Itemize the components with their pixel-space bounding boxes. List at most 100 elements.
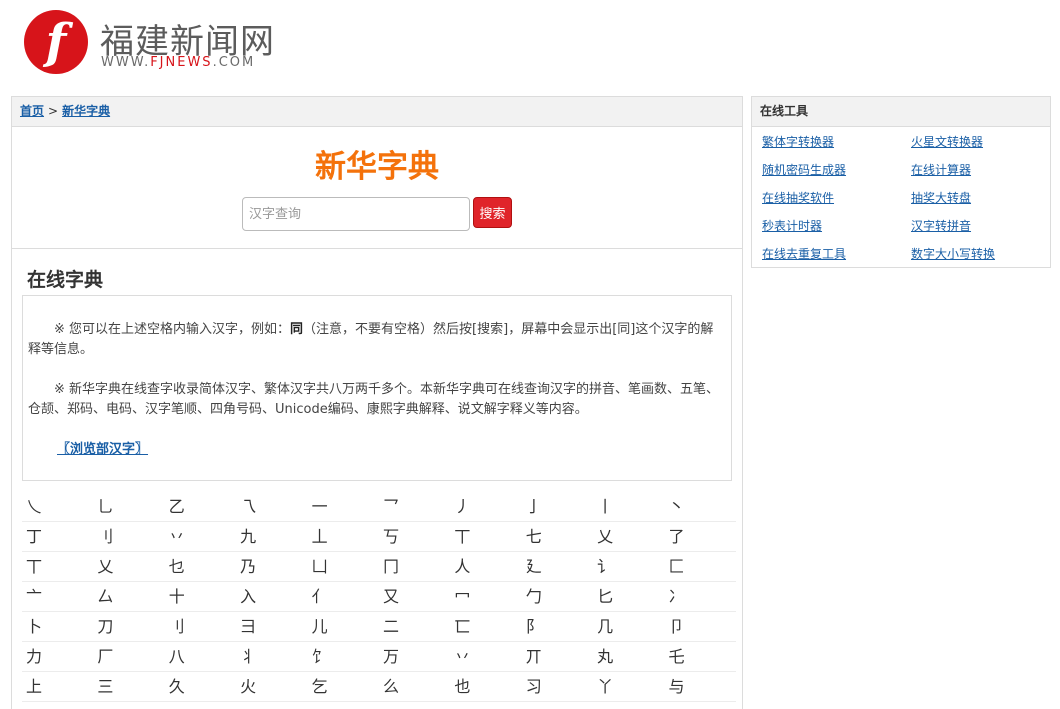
radical-link[interactable]: 丅 bbox=[450, 522, 521, 551]
radical-link[interactable]: 阝 bbox=[522, 612, 593, 641]
radical-link[interactable]: 丄 bbox=[308, 522, 379, 551]
radical-link[interactable]: 厶 bbox=[93, 582, 164, 611]
radical-link[interactable]: 二 bbox=[379, 612, 450, 641]
tool-link[interactable]: 汉字转拼音 bbox=[911, 217, 971, 234]
site-domain: WWW.FJNEWS.COM bbox=[101, 55, 255, 70]
radical-link[interactable]: 乛 bbox=[379, 492, 450, 521]
tool-link[interactable]: 数字大小写转换 bbox=[911, 245, 995, 262]
radical-link[interactable]: 习 bbox=[522, 672, 593, 701]
radical-link[interactable]: 也 bbox=[450, 672, 521, 701]
radical-link[interactable]: 一 bbox=[308, 492, 379, 521]
radical-link[interactable]: 乁 bbox=[236, 492, 307, 521]
site-logo[interactable]: f 福建新闻网 WWW.FJNEWS.COM bbox=[24, 10, 284, 76]
tool-link[interactable]: 火星文转换器 bbox=[911, 133, 983, 150]
radical-link[interactable]: 入 bbox=[236, 582, 307, 611]
radical-link[interactable]: 亠 bbox=[22, 582, 93, 611]
tool-link[interactable]: 秒表计时器 bbox=[762, 217, 822, 234]
radical-link[interactable]: 亻 bbox=[308, 582, 379, 611]
browse-radicals-link[interactable]: 〖浏览部汉字〗 bbox=[57, 440, 148, 460]
radical-link[interactable]: 乂 bbox=[93, 552, 164, 581]
radical-link[interactable]: 久 bbox=[165, 672, 236, 701]
tool-link[interactable]: 在线抽奖软件 bbox=[762, 189, 834, 206]
radical-link[interactable]: 刂 bbox=[165, 612, 236, 641]
radical-link[interactable]: 丸 bbox=[593, 642, 664, 671]
tool-links: 繁体字转换器火星文转换器随机密码生成器在线计算器在线抽奖软件抽奖大转盘秒表计时器… bbox=[752, 127, 1050, 131]
breadcrumb-current-link[interactable]: 新华字典 bbox=[62, 104, 110, 118]
radical-row: 力厂八丬饣万丷丌丸乇 bbox=[22, 642, 736, 672]
radical-link[interactable]: 丷 bbox=[165, 522, 236, 551]
radical-row: 乀乚乙乁一乛丿亅丨丶 bbox=[22, 492, 736, 522]
radical-link[interactable]: 乂 bbox=[593, 522, 664, 551]
radical-link[interactable]: 卜 bbox=[22, 612, 93, 641]
radical-grid: 乀乚乙乁一乛丿亅丨丶丁刂丷九丄丂丅七乂了丅乂乜乃凵冂人廴讠匚亠厶十入亻又冖勹匕冫… bbox=[22, 492, 736, 702]
info-paragraph-1: ※ 您可以在上述空格内输入汉字，例如：同（注意，不要有空格）然后按[搜索]，屏幕… bbox=[28, 320, 726, 360]
radical-link[interactable]: 丿 bbox=[450, 492, 521, 521]
tool-link[interactable]: 随机密码生成器 bbox=[762, 161, 846, 178]
radical-link[interactable]: 厂 bbox=[93, 642, 164, 671]
radical-link[interactable]: 冖 bbox=[450, 582, 521, 611]
radical-link[interactable]: 人 bbox=[450, 552, 521, 581]
radical-link[interactable]: 匕 bbox=[593, 582, 664, 611]
radical-link[interactable]: 饣 bbox=[308, 642, 379, 671]
radical-link[interactable]: 丬 bbox=[236, 642, 307, 671]
radical-link[interactable]: 丶 bbox=[665, 492, 736, 521]
radical-link[interactable]: 力 bbox=[22, 642, 93, 671]
radical-link[interactable]: 与 bbox=[665, 672, 736, 701]
radical-link[interactable]: 刀 bbox=[93, 612, 164, 641]
radical-link[interactable]: 十 bbox=[165, 582, 236, 611]
tool-link[interactable]: 繁体字转换器 bbox=[762, 133, 834, 150]
radical-link[interactable]: 了 bbox=[665, 522, 736, 551]
tool-link[interactable]: 在线去重复工具 bbox=[762, 245, 846, 262]
radical-link[interactable]: 九 bbox=[236, 522, 307, 551]
radical-link[interactable]: 三 bbox=[93, 672, 164, 701]
radical-link[interactable]: 丷 bbox=[450, 642, 521, 671]
radical-link[interactable]: 么 bbox=[379, 672, 450, 701]
dictionary-title: 新华字典 bbox=[12, 141, 742, 186]
radical-link[interactable]: 乇 bbox=[665, 642, 736, 671]
radical-link[interactable]: 儿 bbox=[308, 612, 379, 641]
radical-link[interactable]: 乚 bbox=[93, 492, 164, 521]
radical-link[interactable]: 又 bbox=[379, 582, 450, 611]
radical-link[interactable]: 勹 bbox=[522, 582, 593, 611]
radical-row: 上三久火乞么也习丫与 bbox=[22, 672, 736, 702]
tool-link[interactable]: 在线计算器 bbox=[911, 161, 971, 178]
radical-link[interactable]: 乀 bbox=[22, 492, 93, 521]
search-input[interactable] bbox=[242, 197, 470, 231]
radical-link[interactable]: 丨 bbox=[593, 492, 664, 521]
radical-link[interactable]: 上 bbox=[22, 672, 93, 701]
example-character: 同 bbox=[290, 322, 303, 337]
radical-link[interactable]: 七 bbox=[522, 522, 593, 551]
breadcrumb: 首页>新华字典 bbox=[12, 97, 742, 127]
radical-link[interactable]: 乃 bbox=[236, 552, 307, 581]
search-button[interactable]: 搜索 bbox=[473, 197, 512, 228]
radical-link[interactable]: 冫 bbox=[665, 582, 736, 611]
radical-link[interactable]: 凵 bbox=[308, 552, 379, 581]
radical-link[interactable]: 乙 bbox=[165, 492, 236, 521]
radical-link[interactable]: 彐 bbox=[236, 612, 307, 641]
radical-link[interactable]: 几 bbox=[593, 612, 664, 641]
radical-link[interactable]: 丫 bbox=[593, 672, 664, 701]
radical-link[interactable]: 丌 bbox=[522, 642, 593, 671]
radical-link[interactable]: 亅 bbox=[522, 492, 593, 521]
radical-link[interactable]: 匚 bbox=[665, 552, 736, 581]
radical-link[interactable]: 丁 bbox=[22, 522, 93, 551]
radical-link[interactable]: 乜 bbox=[165, 552, 236, 581]
breadcrumb-home-link[interactable]: 首页 bbox=[20, 104, 44, 118]
radical-link[interactable]: 刂 bbox=[93, 522, 164, 551]
radical-link[interactable]: 丅 bbox=[22, 552, 93, 581]
search-area: 新华字典 搜索 bbox=[12, 127, 742, 249]
radical-link[interactable]: 讠 bbox=[593, 552, 664, 581]
tool-link[interactable]: 抽奖大转盘 bbox=[911, 189, 971, 206]
section-title: 在线字典 bbox=[27, 265, 103, 292]
radical-link[interactable]: 丂 bbox=[379, 522, 450, 551]
radical-link[interactable]: 卩 bbox=[665, 612, 736, 641]
radical-link[interactable]: 乞 bbox=[308, 672, 379, 701]
radical-link[interactable]: 廴 bbox=[522, 552, 593, 581]
radical-link[interactable]: 匸 bbox=[450, 612, 521, 641]
radical-link[interactable]: 火 bbox=[236, 672, 307, 701]
radical-link[interactable]: 八 bbox=[165, 642, 236, 671]
sidebar-title: 在线工具 bbox=[752, 97, 1050, 127]
radical-link[interactable]: 冂 bbox=[379, 552, 450, 581]
radical-row: 亠厶十入亻又冖勹匕冫 bbox=[22, 582, 736, 612]
radical-link[interactable]: 万 bbox=[379, 642, 450, 671]
